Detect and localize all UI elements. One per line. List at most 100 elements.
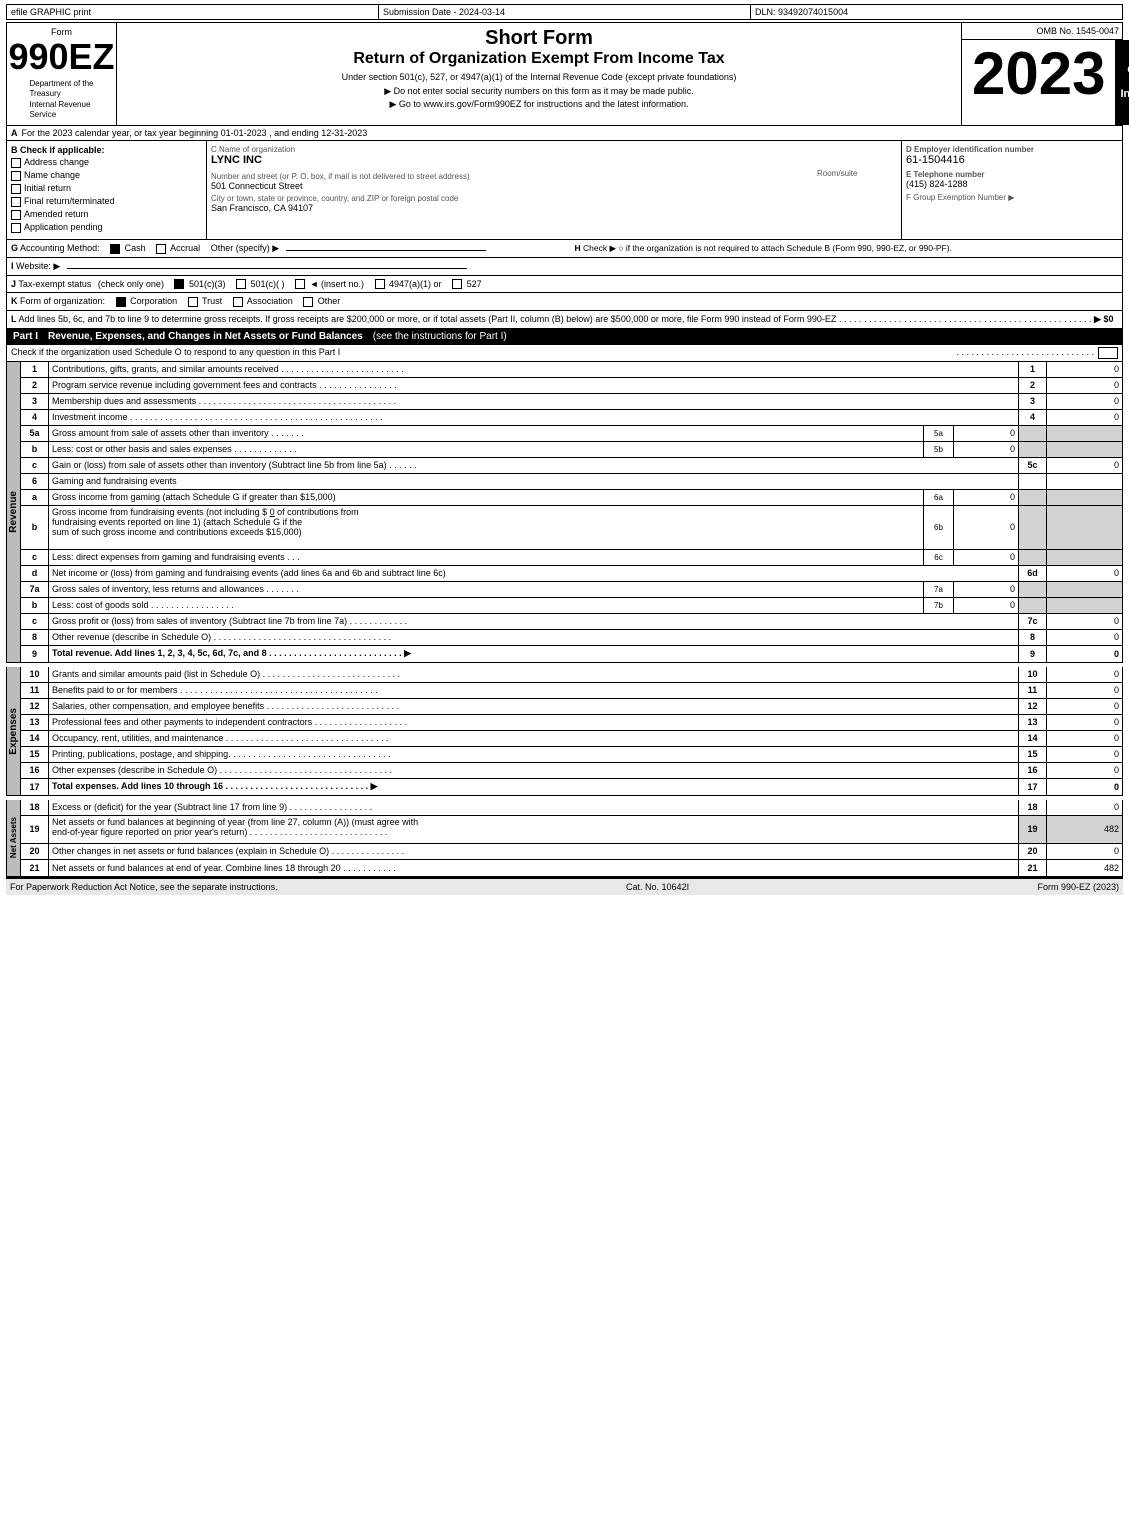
row6b-num: b bbox=[21, 506, 49, 549]
row10-amount: 0 bbox=[1047, 667, 1122, 682]
row5a-desc: Gross amount from sale of assets other t… bbox=[49, 426, 924, 441]
other-org-checkbox[interactable] bbox=[303, 297, 313, 307]
row6c-amount bbox=[1047, 550, 1122, 565]
row7b-desc: Less: cost of goods sold . . . . . . . .… bbox=[49, 598, 924, 613]
revenue-rows: 1 Contributions, gifts, grants, and simi… bbox=[21, 362, 1122, 662]
row7a-num: 7a bbox=[21, 582, 49, 597]
part1-check-dots: . . . . . . . . . . . . . . . . . . . . … bbox=[956, 347, 1094, 359]
row6a-ref-label: 6a bbox=[924, 490, 954, 505]
row4-amount: 0 bbox=[1047, 410, 1122, 425]
row6a-amount bbox=[1047, 490, 1122, 505]
h-check-label: Check ▶ bbox=[583, 243, 616, 253]
corp-checkbox[interactable] bbox=[116, 297, 126, 307]
row17-amount: 0 bbox=[1047, 779, 1122, 795]
row-10: 10 Grants and similar amounts paid (list… bbox=[21, 667, 1122, 683]
row21-desc: Net assets or fund balances at end of ye… bbox=[49, 860, 1019, 876]
part1-check-box[interactable] bbox=[1098, 347, 1118, 359]
501c-checkbox[interactable] bbox=[236, 279, 246, 289]
section-a-text: For the 2023 calendar year, or tax year … bbox=[22, 128, 368, 138]
row2-line: 2 bbox=[1019, 378, 1047, 393]
row-7c: c Gross profit or (loss) from sales of i… bbox=[21, 614, 1122, 630]
row14-line: 14 bbox=[1019, 731, 1047, 746]
row-13: 13 Professional fees and other payments … bbox=[21, 715, 1122, 731]
row21-num: 21 bbox=[21, 860, 49, 876]
app-pending-checkbox[interactable] bbox=[11, 223, 21, 233]
row5b-ref-val: 0 bbox=[954, 442, 1019, 457]
year-number: 2023 bbox=[962, 40, 1116, 125]
row-8: 8 Other revenue (describe in Schedule O)… bbox=[21, 630, 1122, 646]
row6b-amount bbox=[1047, 506, 1122, 549]
527-checkbox[interactable] bbox=[452, 279, 462, 289]
org-address-label: Number and street (or P. O. box, if mail… bbox=[211, 172, 817, 181]
row-5b: b Less: cost or other basis and sales ex… bbox=[21, 442, 1122, 458]
initial-return-checkbox[interactable] bbox=[11, 184, 21, 194]
row10-desc: Grants and similar amounts paid (list in… bbox=[49, 667, 1019, 682]
row18-num: 18 bbox=[21, 800, 49, 815]
expenses-block: Expenses 10 Grants and similar amounts p… bbox=[6, 667, 1123, 796]
accounting-section: G Accounting Method: Cash Accrual Other … bbox=[6, 240, 1123, 258]
group-exemption-label: F Group Exemption Number ▶ bbox=[906, 193, 1118, 202]
add-lines-text: Add lines 5b, 6c, and 7b to line 9 to de… bbox=[19, 314, 837, 324]
acct-label: G bbox=[11, 243, 18, 253]
row-6c: c Less: direct expenses from gaming and … bbox=[21, 550, 1122, 566]
cash-checkbox[interactable] bbox=[110, 244, 120, 254]
row17-desc: Total expenses. Add lines 10 through 16 … bbox=[49, 779, 1019, 795]
row12-amount: 0 bbox=[1047, 699, 1122, 714]
efile-label: efile GRAPHIC print bbox=[7, 5, 379, 19]
row4-desc: Investment income . . . . . . . . . . . … bbox=[49, 410, 1019, 425]
row-19: 19 Net assets or fund balances at beginn… bbox=[21, 816, 1122, 844]
address-change-checkbox[interactable] bbox=[11, 158, 21, 168]
revenue-section: Revenue 1 Contributions, gifts, grants, … bbox=[6, 362, 1123, 663]
row-11: 11 Benefits paid to or for members . . .… bbox=[21, 683, 1122, 699]
row6-num: 6 bbox=[21, 474, 49, 489]
accrual-checkbox[interactable] bbox=[156, 244, 166, 254]
row6b-spacer bbox=[1019, 506, 1047, 549]
app-pending-label: Application pending bbox=[24, 222, 103, 232]
form-org-text: Form of organization: bbox=[20, 296, 105, 306]
row21-line: 21 bbox=[1019, 860, 1047, 876]
row5b-amount bbox=[1047, 442, 1122, 457]
part1-label: Part I bbox=[13, 331, 38, 342]
insert-no-checkbox[interactable] bbox=[295, 279, 305, 289]
trust-checkbox[interactable] bbox=[188, 297, 198, 307]
row6c-ref-val: 0 bbox=[954, 550, 1019, 565]
row-9: 9 Total revenue. Add lines 1, 2, 3, 4, 5… bbox=[21, 646, 1122, 662]
row11-num: 11 bbox=[21, 683, 49, 698]
row17-line: 17 bbox=[1019, 779, 1047, 795]
row-6b: b Gross income from fundraising events (… bbox=[21, 506, 1122, 550]
name-change-checkbox[interactable] bbox=[11, 171, 21, 181]
row14-num: 14 bbox=[21, 731, 49, 746]
row6b-ref-label: 6b bbox=[924, 506, 954, 549]
row13-desc: Professional fees and other payments to … bbox=[49, 715, 1019, 730]
main-header: Form 990EZ Department of the Treasury In… bbox=[6, 22, 1123, 126]
row7a-spacer bbox=[1019, 582, 1047, 597]
omb-number: OMB No. 1545-0047 bbox=[962, 23, 1122, 40]
row20-desc: Other changes in net assets or fund bala… bbox=[49, 844, 1019, 859]
other-specify-line bbox=[286, 250, 486, 251]
initial-return-label: Initial return bbox=[24, 183, 71, 193]
accrual-label: Accrual bbox=[170, 243, 200, 253]
ein-number: 61-1504416 bbox=[906, 154, 1118, 166]
tax-note: (check only one) bbox=[98, 279, 164, 289]
check-b-label: B Check if applicable: bbox=[11, 145, 202, 155]
row12-num: 12 bbox=[21, 699, 49, 714]
4947-checkbox[interactable] bbox=[375, 279, 385, 289]
other-org-label: Other bbox=[318, 296, 341, 306]
501c3-checkbox[interactable] bbox=[174, 279, 184, 289]
row1-num: 1 bbox=[21, 362, 49, 377]
row5a-ref-val: 0 bbox=[954, 426, 1019, 441]
row7a-ref-val: 0 bbox=[954, 582, 1019, 597]
part1-title: Revenue, Expenses, and Changes in Net As… bbox=[48, 331, 363, 342]
row10-num: 10 bbox=[21, 667, 49, 682]
row9-num: 9 bbox=[21, 646, 49, 662]
final-return-checkbox[interactable] bbox=[11, 197, 21, 207]
assoc-checkbox[interactable] bbox=[233, 297, 243, 307]
org-city: San Francisco, CA 94107 bbox=[211, 203, 897, 213]
row-17: 17 Total expenses. Add lines 10 through … bbox=[21, 779, 1122, 795]
row5a-ref-label: 5a bbox=[924, 426, 954, 441]
row18-amount: 0 bbox=[1047, 800, 1122, 815]
amended-return-checkbox[interactable] bbox=[11, 210, 21, 220]
row11-desc: Benefits paid to or for members . . . . … bbox=[49, 683, 1019, 698]
row6c-desc: Less: direct expenses from gaming and fu… bbox=[49, 550, 924, 565]
footer: For Paperwork Reduction Act Notice, see … bbox=[6, 877, 1123, 895]
